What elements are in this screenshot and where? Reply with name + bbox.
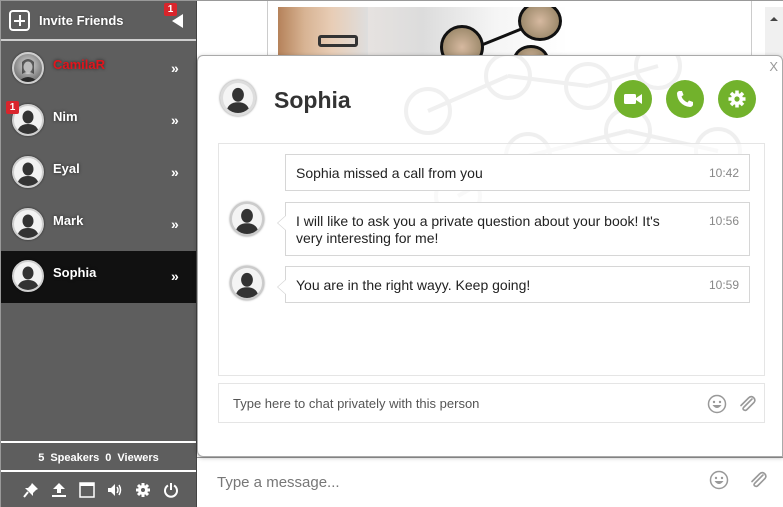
user-silhouette-icon: [226, 87, 250, 113]
chat-settings-button[interactable]: [718, 80, 756, 118]
sidebar: Invite Friends 1 CamilaR » 1 Nim » Eyal …: [1, 1, 197, 507]
volume-icon[interactable]: [107, 482, 123, 498]
user-name: Mark: [53, 213, 84, 228]
sidebar-toolbar: [1, 473, 196, 507]
upload-icon[interactable]: [51, 482, 67, 498]
banner-network-link: [477, 26, 525, 48]
chevron-right-icon[interactable]: »: [171, 164, 179, 180]
message-incoming: You are in the right wayy. Keep going! 1…: [277, 266, 750, 303]
message-input[interactable]: [217, 474, 687, 491]
banner-glasses: [318, 35, 358, 47]
invite-friends-label: Invite Friends: [39, 13, 124, 28]
invite-friends-button[interactable]: Invite Friends 1: [1, 1, 196, 41]
sender-avatar: [230, 266, 264, 300]
avatar: [12, 156, 44, 188]
content-divider: [751, 1, 752, 61]
message-time: 10:42: [708, 166, 739, 180]
content-divider: [267, 1, 268, 61]
avatar: [12, 208, 44, 240]
chevron-right-icon[interactable]: »: [171, 216, 179, 232]
unread-badge: 1: [6, 101, 19, 114]
message-text: Sophia missed a call from you: [296, 165, 483, 181]
private-message-input[interactable]: [233, 396, 693, 411]
contact-avatar: [220, 80, 256, 116]
emoji-icon[interactable]: [707, 394, 727, 414]
message-system: Sophia missed a call from you 10:42: [285, 154, 750, 191]
user-silhouette-icon: [17, 162, 39, 186]
message-time: 10:59: [708, 278, 739, 292]
chevron-right-icon[interactable]: »: [171, 112, 179, 128]
speakers-label: Speakers: [50, 452, 100, 464]
viewers-label: Viewers: [117, 452, 159, 464]
message-text: You are in the right wayy. Keep going!: [296, 277, 531, 293]
video-call-button[interactable]: [614, 80, 652, 118]
window-icon[interactable]: [78, 482, 95, 498]
room-stats: 5 Speakers 0 Viewers: [1, 441, 196, 472]
video-camera-icon: [624, 94, 642, 104]
voice-call-button[interactable]: [666, 80, 704, 118]
user-item-sophia[interactable]: Sophia »: [1, 251, 196, 303]
viewers-count: 0: [105, 452, 112, 464]
pin-icon[interactable]: [22, 482, 39, 498]
user-item-nim[interactable]: 1 Nim »: [1, 95, 196, 147]
private-chat-dialog: X Sophia Sophia missed a call from you 1…: [197, 55, 783, 457]
user-item-mark[interactable]: Mark »: [1, 199, 196, 251]
private-message-box: [218, 383, 765, 423]
speakers-count: 5: [38, 452, 45, 464]
phone-icon: [677, 91, 693, 107]
power-icon[interactable]: [163, 482, 179, 498]
emoji-icon[interactable]: [709, 470, 729, 490]
sender-avatar: [230, 202, 264, 236]
dialog-title: Sophia: [274, 87, 351, 113]
attachment-icon[interactable]: [737, 394, 757, 414]
gear-icon: [728, 90, 746, 108]
attachment-icon[interactable]: [748, 470, 768, 490]
message-incoming: I will like to ask you a private questio…: [277, 202, 750, 256]
banner-network-node: [518, 7, 562, 41]
banner-face-image: [278, 7, 368, 57]
user-silhouette-icon: [17, 266, 39, 290]
user-silhouette-icon: [235, 208, 259, 234]
collapse-sidebar-icon[interactable]: [172, 14, 183, 28]
user-name: Sophia: [53, 265, 97, 280]
banner-image: [278, 7, 568, 57]
plus-icon: [9, 10, 30, 31]
banner-network-node: [440, 25, 484, 57]
compose-bar: [197, 457, 783, 507]
scroll-up-button[interactable]: [765, 7, 783, 57]
user-silhouette-icon: [17, 214, 39, 238]
message-list: Sophia missed a call from you 10:42 I wi…: [218, 143, 765, 376]
user-item-camilar[interactable]: CamilaR »: [1, 43, 196, 95]
user-name: CamilaR: [53, 57, 106, 72]
close-dialog-button[interactable]: X: [769, 59, 778, 74]
user-photo-icon: [18, 59, 38, 82]
user-list: CamilaR » 1 Nim » Eyal » Mark » Sophia »: [1, 43, 196, 303]
user-item-eyal[interactable]: Eyal »: [1, 147, 196, 199]
user-name: Nim: [53, 109, 78, 124]
message-time: 10:56: [708, 214, 739, 228]
user-name: Eyal: [53, 161, 80, 176]
chevron-right-icon[interactable]: »: [171, 60, 179, 76]
avatar: [12, 52, 44, 84]
message-text: I will like to ask you a private questio…: [296, 213, 660, 246]
avatar: [12, 260, 44, 292]
user-silhouette-icon: [235, 272, 259, 298]
app-window: Invite Friends 1 CamilaR » 1 Nim » Eyal …: [0, 0, 783, 507]
chevron-right-icon[interactable]: »: [171, 268, 179, 284]
settings-icon[interactable]: [135, 482, 151, 498]
